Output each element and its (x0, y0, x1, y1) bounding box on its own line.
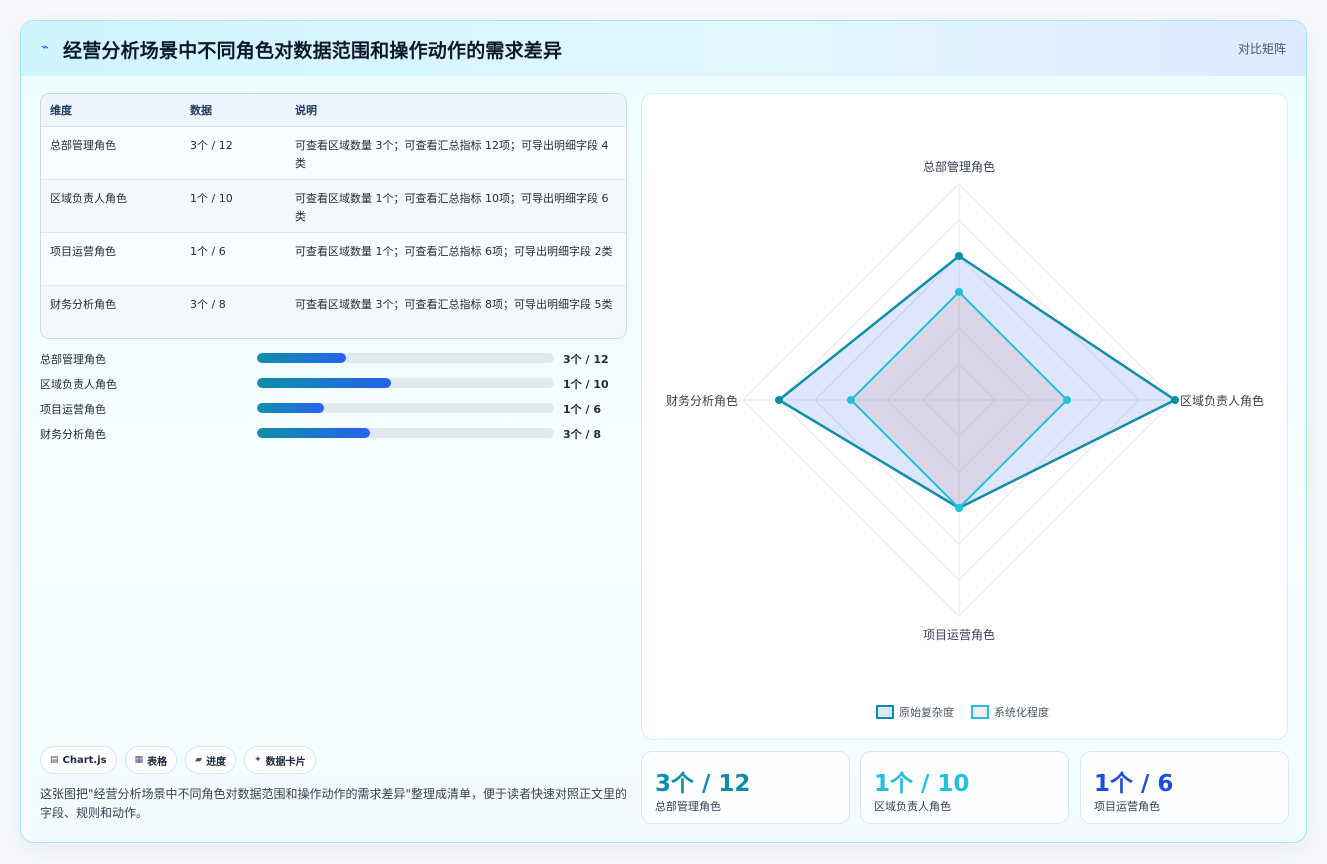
radar-axis-label: 区域负责人角色 (1180, 394, 1264, 408)
progress-icon: ▰ (195, 755, 203, 765)
table-cell-data: 1个 / 6 (181, 232, 286, 286)
tag-progress[interactable]: ▰ 进度 (185, 746, 237, 774)
progress-track (257, 403, 554, 413)
radar-chart: 总部管理角色区域负责人角色项目运营角色 财务分析角色 原始复杂度 系统化程度 (666, 159, 1264, 719)
progress-label: 总部管理角色 (40, 353, 106, 366)
chart-icon: ▤ (50, 755, 59, 765)
progress-list: 总部管理角色 3个 / 12 区域负责人角色 1个 / 10 项目运营角色 1个… (40, 349, 627, 449)
radar-point (1063, 396, 1071, 404)
progress-label: 项目运营角色 (40, 403, 106, 416)
legend-swatch (876, 705, 894, 719)
table-cell-name: 总部管理角色 (41, 126, 181, 180)
table-header-cell: 说明 (286, 94, 626, 127)
table-header-row: 维度 数据 说明 (41, 94, 626, 127)
progress-fill (257, 378, 391, 388)
legend-label: 系统化程度 (994, 705, 1049, 719)
table-cell-desc: 可查看区域数量 1个；可查看汇总指标 10项；可导出明细字段 6类 (286, 179, 626, 233)
stat-value: 3个 / 12 (655, 771, 751, 797)
table-cell-data: 3个 / 8 (181, 285, 286, 338)
tag-label: 进度 (206, 756, 227, 768)
table-icon: ▦ (134, 755, 144, 765)
progress-value: 1个 / 6 (563, 403, 601, 416)
page-title: 经营分析场景中不同角色对数据范围和操作动作的需求差异 (63, 40, 563, 62)
radar-legend[interactable]: 原始复杂度 系统化程度 (876, 705, 1049, 719)
radar-point (1171, 396, 1179, 404)
progress-value: 3个 / 12 (563, 353, 609, 366)
radar-axis-label: 总部管理角色 (923, 159, 995, 174)
progress-label: 区域负责人角色 (40, 378, 117, 391)
progress-value: 1个 / 10 (563, 378, 609, 391)
stat-card: 1个 / 10 区域负责人角色 (860, 751, 1069, 824)
tag-list: ▤ Chart.js ▦ 表格 ▰ 进度 ✦ 数据卡片 (40, 746, 316, 774)
stat-value: 1个 / 10 (874, 771, 970, 797)
stat-card: 1个 / 6 项目运营角色 (1080, 751, 1289, 824)
radar-point (955, 252, 963, 260)
table-cell-desc: 可查看区域数量 1个；可查看汇总指标 6项；可导出明细字段 2类 (286, 232, 626, 286)
header: ⌁ 经营分析场景中不同角色对数据范围和操作动作的需求差异 对比矩阵 (21, 21, 1306, 76)
progress-fill (257, 428, 370, 438)
legend-label: 原始复杂度 (899, 705, 954, 719)
progress-row: 区域负责人角色 1个 / 10 (40, 374, 627, 399)
progress-label: 财务分析角色 (40, 428, 106, 441)
header-matrix-label: 对比矩阵 (1237, 42, 1286, 56)
table-row: 总部管理角色 3个 / 12 可查看区域数量 3个；可查看汇总指标 12项；可导… (41, 126, 626, 180)
tag-label: Chart.js (62, 754, 107, 766)
progress-track (257, 353, 554, 363)
tag-chartjs[interactable]: ▤ Chart.js (40, 746, 117, 774)
data-table: 维度 数据 说明 总部管理角色 3个 / 12 可查看区域数量 3个；可查看汇总… (40, 93, 627, 339)
progress-value: 3个 / 8 (563, 428, 601, 441)
table-cell-data: 3个 / 12 (181, 126, 286, 180)
stat-label: 总部管理角色 (655, 800, 721, 813)
table-cell-name: 项目运营角色 (41, 232, 181, 286)
radar-chart-panel: 总部管理角色区域负责人角色项目运营角色 财务分析角色 原始复杂度 系统化程度 (641, 93, 1288, 740)
table-cell-name: 财务分析角色 (41, 285, 181, 338)
table-row: 财务分析角色 3个 / 8 可查看区域数量 3个；可查看汇总指标 8项；可导出明… (41, 285, 626, 338)
progress-track (257, 378, 554, 388)
progress-row: 项目运营角色 1个 / 6 (40, 399, 627, 424)
table-row: 区域负责人角色 1个 / 10 可查看区域数量 1个；可查看汇总指标 10项；可… (41, 179, 626, 233)
table-cell-desc: 可查看区域数量 3个；可查看汇总指标 12项；可导出明细字段 4类 (286, 126, 626, 180)
sparkle-icon: ✦ (254, 755, 262, 765)
progress-row: 财务分析角色 3个 / 8 (40, 424, 627, 449)
lightning-icon: ⌁ (41, 40, 49, 55)
table-cell-name: 区域负责人角色 (41, 179, 181, 233)
tag-label: 表格 (147, 756, 168, 768)
stat-label: 区域负责人角色 (874, 800, 951, 813)
progress-fill (257, 353, 347, 363)
radar-point (775, 396, 783, 404)
stat-label: 项目运营角色 (1094, 800, 1160, 813)
table-cell-desc: 可查看区域数量 3个；可查看汇总指标 8项；可导出明细字段 5类 (286, 285, 626, 338)
radar-point (847, 396, 855, 404)
tag-table[interactable]: ▦ 表格 (124, 746, 178, 774)
table-cell-data: 1个 / 10 (181, 179, 286, 233)
tag-label: 数据卡片 (265, 756, 306, 768)
radar-axis-label: 项目运营角色 (923, 628, 995, 642)
stat-card: 3个 / 12 总部管理角色 (641, 751, 850, 824)
radar-axis-label: 财务分析角色 (666, 393, 738, 408)
progress-track (257, 428, 554, 438)
legend-swatch (971, 705, 989, 719)
chart-description: 这张图把"经营分析场景中不同角色对数据范围和操作动作的需求差异"整理成清单，便于… (40, 787, 628, 820)
radar-point (955, 504, 963, 512)
radar-point (955, 288, 963, 296)
progress-fill (257, 403, 324, 413)
radar-series (775, 252, 1179, 512)
table-header-cell: 数据 (181, 94, 286, 127)
table-header-cell: 维度 (41, 94, 181, 127)
progress-row: 总部管理角色 3个 / 12 (40, 349, 627, 374)
stat-value: 1个 / 6 (1094, 771, 1174, 797)
table-row: 项目运营角色 1个 / 6 可查看区域数量 1个；可查看汇总指标 6项；可导出明… (41, 232, 626, 286)
tag-data-card[interactable]: ✦ 数据卡片 (244, 746, 316, 774)
main-card: ⌁ 经营分析场景中不同角色对数据范围和操作动作的需求差异 对比矩阵 维度 数据 … (20, 20, 1307, 843)
